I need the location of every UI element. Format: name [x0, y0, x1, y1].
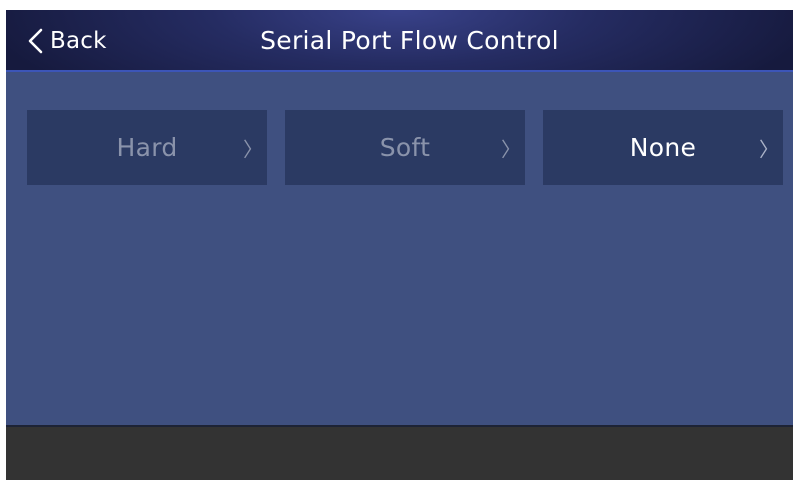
option-label: None [629, 133, 697, 162]
title-bar: Back Serial Port Flow Control [6, 10, 793, 72]
option-label: Hard [116, 133, 178, 162]
chevron-right-icon: 〉 [759, 137, 779, 161]
option-hard[interactable]: Hard 〉 [27, 110, 267, 185]
footer-bar [6, 425, 793, 480]
chevron-right-icon: 〉 [243, 137, 263, 161]
option-none[interactable]: None 〉 [543, 110, 783, 185]
page-title: Serial Port Flow Control [260, 26, 559, 55]
options-panel: Hard 〉 Soft 〉 None 〉 [6, 72, 793, 425]
flow-control-options: Hard 〉 Soft 〉 None 〉 [27, 110, 783, 185]
option-label: Soft [379, 133, 431, 162]
device-screen: Back Serial Port Flow Control Hard 〉 Sof… [6, 10, 793, 480]
option-soft[interactable]: Soft 〉 [285, 110, 525, 185]
chevron-right-icon: 〉 [501, 137, 521, 161]
